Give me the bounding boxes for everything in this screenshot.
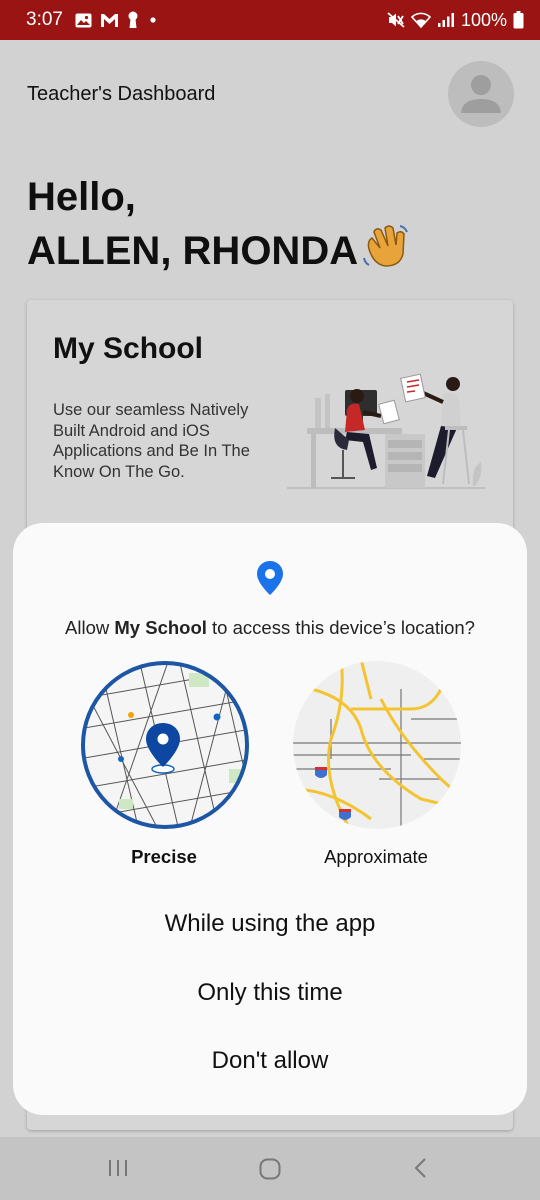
permission-question: Allow My School to access this device’s …	[13, 617, 527, 639]
home-icon[interactable]	[258, 1157, 282, 1186]
dont-allow-button[interactable]: Don't allow	[53, 1032, 487, 1090]
precise-map-icon	[81, 661, 249, 829]
precise-location-option[interactable]	[79, 659, 251, 831]
question-prefix: Allow	[65, 617, 115, 638]
approximate-location-option[interactable]	[291, 659, 463, 831]
location-permission-dialog: Allow My School to access this device’s …	[13, 523, 527, 1115]
question-suffix: to access this device’s location?	[206, 617, 475, 638]
approximate-map-icon	[293, 661, 461, 829]
location-pin-icon	[257, 561, 283, 595]
precise-label[interactable]: Precise	[64, 846, 264, 868]
question-app-name: My School	[114, 617, 207, 638]
back-icon[interactable]	[410, 1157, 432, 1184]
approximate-label[interactable]: Approximate	[276, 846, 476, 868]
while-using-app-button[interactable]: While using the app	[53, 895, 487, 953]
navigation-bar	[0, 1137, 540, 1200]
only-this-time-button[interactable]: Only this time	[53, 964, 487, 1022]
recents-icon[interactable]	[107, 1157, 129, 1184]
